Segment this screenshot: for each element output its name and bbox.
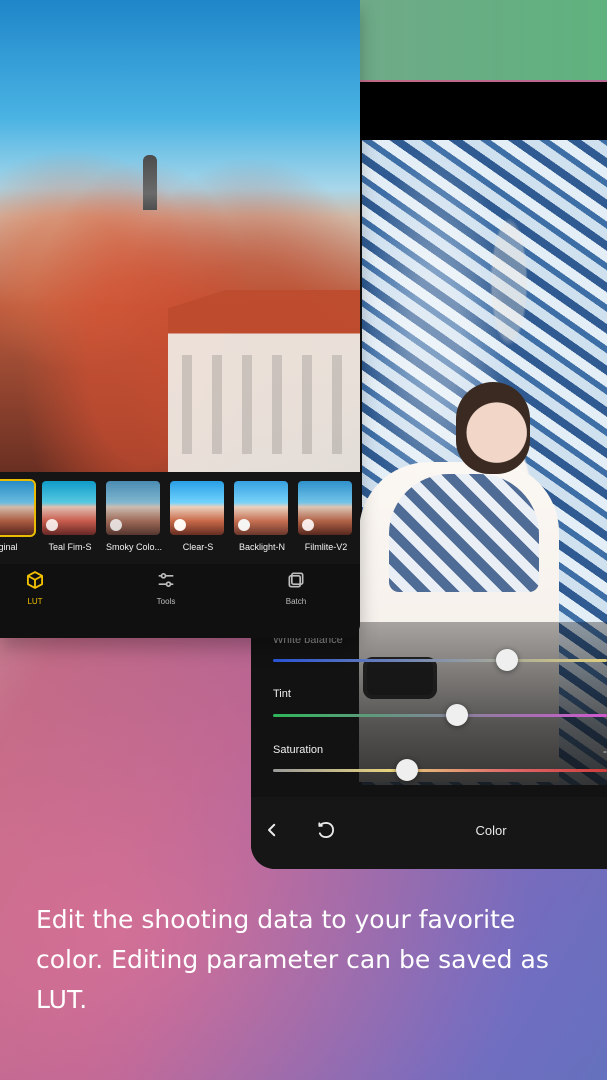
slider-thumb-saturation[interactable]: [395, 759, 418, 781]
lut-thumb-original[interactable]: [0, 479, 36, 537]
editor-title: Color: [475, 823, 507, 838]
tab-lut[interactable]: LUT: [0, 569, 85, 619]
lut-label: Smoky Colo...: [105, 542, 163, 552]
tab-batch[interactable]: Batch: [246, 569, 346, 619]
lut-label: Backlight-N: [238, 542, 285, 552]
lut-thumb-teal-film-s[interactable]: [42, 481, 96, 535]
undo-icon[interactable]: [313, 817, 339, 843]
lut-badge-icon: [302, 519, 314, 531]
left-bottom-nav: LUT Tools Batch: [0, 564, 360, 638]
slider-thumb-white-balance[interactable]: [495, 649, 518, 671]
lut-strip: iginal Teal Fim-S Smoky Colo... Clear-S …: [0, 472, 360, 564]
tab-label-lut: LUT: [27, 597, 43, 606]
adjustment-sliders: White balance Tint Saturation -: [251, 622, 607, 792]
slider-track-white-balance[interactable]: [273, 659, 607, 662]
portrait-face: [456, 382, 530, 474]
lut-badge-icon: [46, 519, 58, 531]
lut-thumb-filmlite-v2[interactable]: [298, 481, 352, 535]
stack-icon: [285, 569, 307, 591]
lut-badge-icon: [174, 519, 186, 531]
cube-icon: [24, 569, 46, 591]
tab-label-batch: Batch: [285, 597, 307, 606]
editor-bottom-bar: Color: [251, 797, 607, 869]
lut-thumb-smoky-color[interactable]: [106, 481, 160, 535]
phone-left-lut: iginal Teal Fim-S Smoky Colo... Clear-S …: [0, 0, 360, 638]
lut-label: Filmlite-V2: [304, 542, 348, 552]
lut-thumb-backlight-n[interactable]: [234, 481, 288, 535]
tab-label-tools: Tools: [156, 597, 176, 606]
tab-tools[interactable]: Tools: [116, 569, 216, 619]
slider-label-tint: Tint: [273, 688, 291, 700]
slider-track-tint[interactable]: [273, 714, 607, 717]
portrait-scarf: [389, 474, 539, 592]
city-building: [168, 290, 360, 472]
sliders-icon: [155, 569, 177, 591]
chevron-left-icon[interactable]: [259, 817, 285, 843]
background-top-right: [360, 0, 607, 80]
lut-badge-icon: [238, 519, 250, 531]
saturation-right-text: -: [603, 744, 607, 758]
promo-caption: Edit the shooting data to your favorite …: [36, 905, 549, 1014]
lut-badge-icon: [110, 519, 122, 531]
slider-track-saturation[interactable]: [273, 769, 607, 772]
lut-label: Teal Fim-S: [48, 542, 92, 552]
slider-label-saturation: Saturation: [273, 744, 324, 756]
lut-thumb-clear-s[interactable]: [170, 481, 224, 535]
lut-label: Clear-S: [182, 542, 214, 552]
city-tower: [143, 155, 157, 210]
slider-thumb-tint[interactable]: [445, 704, 468, 726]
